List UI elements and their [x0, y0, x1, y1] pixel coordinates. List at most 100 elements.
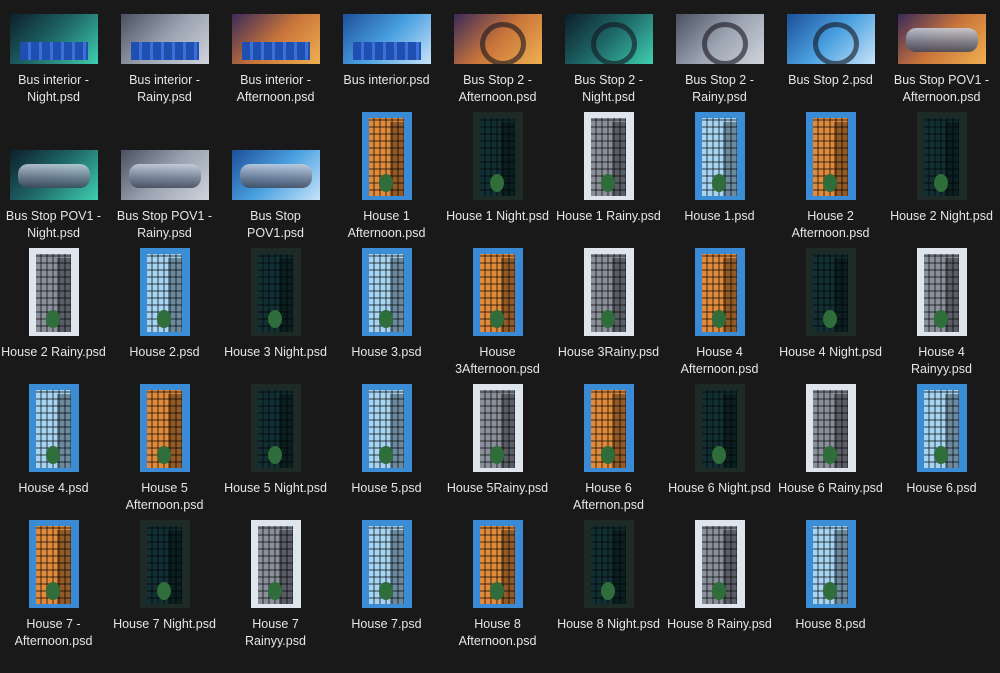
thumbnail-area — [775, 382, 886, 472]
file-name: Bus Stop POV1 - Night.psd — [5, 209, 102, 240]
thumbnail-area — [0, 0, 109, 64]
file-item[interactable]: House 5Rainy.psd — [442, 382, 553, 518]
file-item[interactable]: Bus Stop 2 - Rainy.psd — [664, 0, 775, 110]
file-item[interactable]: House 1 Rainy.psd — [553, 110, 664, 246]
file-item[interactable]: House 5.psd — [331, 382, 442, 518]
bus-seats-image — [241, 42, 310, 60]
building-thumbnail — [472, 112, 523, 200]
file-item[interactable]: House 6 Night.psd — [664, 382, 775, 518]
building-thumbnail — [916, 248, 967, 336]
file-item[interactable]: Bus interior - Rainy.psd — [109, 0, 220, 110]
file-name: House 1 Rainy.psd — [556, 209, 661, 223]
building-thumbnail — [250, 520, 301, 608]
file-item[interactable]: House 8 Afternoon.psd — [442, 518, 553, 654]
building-thumbnail — [472, 248, 523, 336]
stop-thumbnail — [786, 14, 875, 64]
file-item[interactable]: House 3.psd — [331, 246, 442, 382]
thumbnail-area — [553, 110, 664, 200]
file-name: House 5.psd — [351, 481, 422, 495]
building-thumbnail — [361, 520, 412, 608]
file-item[interactable]: House 7 - Afternoon.psd — [0, 518, 109, 654]
thumbnail-area — [886, 382, 997, 472]
tree-image — [156, 582, 171, 600]
file-name: House 7 Night.psd — [113, 617, 216, 631]
file-item[interactable]: House 4 Afternoon.psd — [664, 246, 775, 382]
file-item[interactable]: House 3Afternoon.psd — [442, 246, 553, 382]
file-item[interactable]: House 3Rainy.psd — [553, 246, 664, 382]
file-item[interactable]: House 7 Night.psd — [109, 518, 220, 654]
file-item[interactable]: House 2 Rainy.psd — [0, 246, 109, 382]
file-item[interactable]: Bus interior.psd — [331, 0, 442, 110]
file-item[interactable]: Bus Stop 2.psd — [775, 0, 886, 110]
file-item[interactable]: Bus Stop 2 - Night.psd — [553, 0, 664, 110]
thumbnail-area — [0, 382, 109, 472]
building-thumbnail — [805, 112, 856, 200]
tree-image — [267, 310, 282, 328]
file-item[interactable]: Bus Stop POV1.psd — [220, 110, 331, 246]
building-thumbnail — [805, 520, 856, 608]
file-item[interactable]: House 4 Rainyy.psd — [886, 246, 997, 382]
file-item[interactable]: House 4 Night.psd — [775, 246, 886, 382]
file-name: House 7.psd — [351, 617, 422, 631]
file-item[interactable]: Bus interior -Afternoon.psd — [220, 0, 331, 110]
file-item[interactable]: House 4.psd — [0, 382, 109, 518]
file-item[interactable]: House 2 Afternoon.psd — [775, 110, 886, 246]
file-item[interactable]: House 8 Night.psd — [553, 518, 664, 654]
file-item[interactable]: House 1.psd — [664, 110, 775, 246]
file-item[interactable]: House 7.psd — [331, 518, 442, 654]
thumbnail-area — [442, 110, 553, 200]
bus-thumbnail — [9, 14, 98, 64]
file-item[interactable]: House 2 Night.psd — [886, 110, 997, 246]
file-item[interactable]: House 8 Rainy.psd — [664, 518, 775, 654]
file-name: House 1 Night.psd — [446, 209, 549, 223]
file-item[interactable]: House 7 Rainyy.psd — [220, 518, 331, 654]
tree-image — [489, 310, 504, 328]
thumbnail-area — [442, 0, 553, 64]
stop-thumbnail — [453, 14, 542, 64]
file-name: House 8.psd — [795, 617, 866, 631]
tree-image — [933, 174, 948, 192]
building-thumbnail — [916, 112, 967, 200]
tree-image — [711, 446, 726, 464]
file-item[interactable]: House 5 Night.psd — [220, 382, 331, 518]
thumbnail-area — [331, 382, 442, 472]
building-thumbnail — [805, 384, 856, 472]
bus-thumbnail — [231, 14, 320, 64]
pov-thumbnail — [120, 150, 209, 200]
building-thumbnail — [694, 112, 745, 200]
file-name: Bus Stop 2 - Night.psd — [574, 73, 643, 104]
file-item[interactable]: Bus Stop POV1 - Night.psd — [0, 110, 109, 246]
tunnel-image — [479, 22, 526, 64]
file-name: Bus Stop 2 - Rainy.psd — [685, 73, 754, 104]
building-thumbnail — [916, 384, 967, 472]
file-item[interactable]: Bus Stop POV1 - Afternoon.psd — [886, 0, 997, 110]
file-item[interactable]: Bus interior - Night.psd — [0, 0, 109, 110]
tree-image — [378, 174, 393, 192]
file-item[interactable]: House 1 Night.psd — [442, 110, 553, 246]
file-item[interactable]: House 5 Afternoon.psd — [109, 382, 220, 518]
thumbnail-area — [553, 0, 664, 64]
thumbnail-area — [664, 110, 775, 200]
tree-image — [822, 310, 837, 328]
building-thumbnail — [472, 520, 523, 608]
file-name: House 5 Afternoon.psd — [125, 481, 204, 512]
tree-image — [489, 174, 504, 192]
file-name: Bus Stop POV1.psd — [247, 209, 304, 240]
file-item[interactable]: House 6.psd — [886, 382, 997, 518]
file-name: House 1 Afternoon.psd — [347, 209, 426, 240]
building-thumbnail — [583, 384, 634, 472]
file-name: House 6 Night.psd — [668, 481, 771, 495]
file-item[interactable]: House 2.psd — [109, 246, 220, 382]
file-item[interactable]: House 6 Rainy.psd — [775, 382, 886, 518]
file-item[interactable]: Bus Stop 2 - Afternoon.psd — [442, 0, 553, 110]
file-name: House 2.psd — [129, 345, 200, 359]
tree-image — [600, 310, 615, 328]
file-item[interactable]: House 6 Afternon.psd — [553, 382, 664, 518]
file-name: House 3 Night.psd — [224, 345, 327, 359]
file-item[interactable]: House 3 Night.psd — [220, 246, 331, 382]
file-item[interactable]: House 1 Afternoon.psd — [331, 110, 442, 246]
tunnel-image — [701, 22, 748, 64]
file-item[interactable]: Bus Stop POV1 - Rainy.psd — [109, 110, 220, 246]
tree-image — [489, 446, 504, 464]
file-item[interactable]: House 8.psd — [775, 518, 886, 654]
